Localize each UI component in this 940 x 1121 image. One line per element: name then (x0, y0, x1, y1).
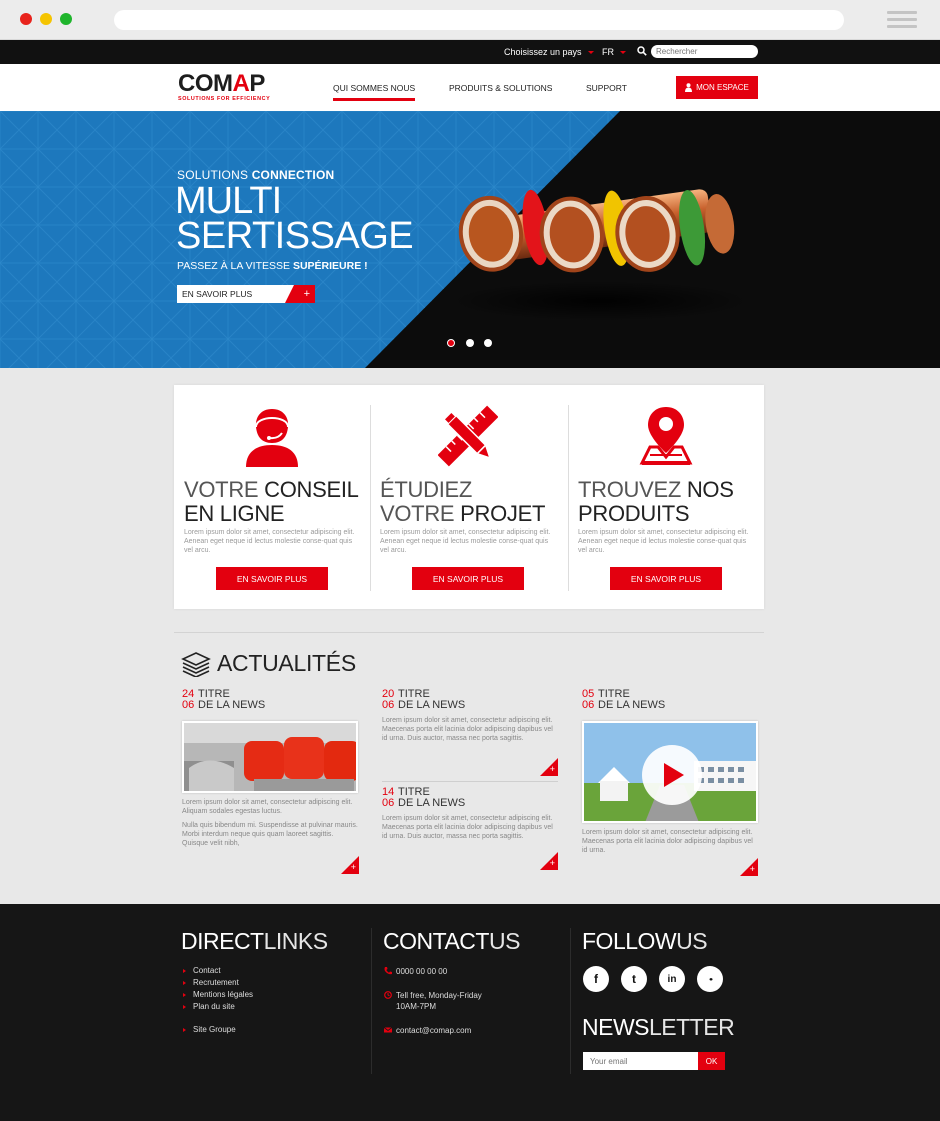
news-video[interactable] (582, 721, 758, 823)
plus-icon: + (285, 285, 315, 303)
en-savoir-plus-button[interactable]: EN SAVOIR PLUS (216, 567, 328, 590)
language-selector[interactable]: FR (602, 47, 626, 57)
news-more-button[interactable]: + (740, 858, 758, 876)
mon-espace-button[interactable]: MON ESPACE (676, 76, 758, 99)
clock-icon (384, 991, 392, 999)
news-text: Lorem ipsum dolor sit amet, consectetur … (382, 815, 553, 840)
contact-phone[interactable]: 0000 00 00 00 (384, 966, 447, 977)
news-text: Nulla quis bibendum mi. Suspendisse at p… (182, 822, 358, 847)
hero-slider: SOLUTIONS CONNECTION MULTI SERTISSAGE PA… (0, 111, 940, 368)
close-window-button[interactable] (20, 13, 32, 25)
en-savoir-plus-button[interactable]: EN SAVOIR PLUS (412, 567, 524, 590)
nav-item-support[interactable]: SUPPORT (586, 83, 627, 93)
main-navigation: COMAP SOLUTIONS FOR EFFICIENCY QUI SOMME… (0, 64, 940, 111)
feature-title: VOTRE CONSEIL EN LIGNE (184, 477, 359, 526)
hero-tagline: PASSEZ À LA VITESSE SUPÉRIEURE ! (177, 260, 368, 272)
news-text: Lorem ipsum dolor sit amet, consectetur … (382, 717, 553, 742)
news-more-button[interactable]: + (341, 856, 359, 874)
search-icon[interactable] (637, 46, 647, 56)
country-selector[interactable]: Choisissez un pays (504, 47, 594, 57)
news-text: Lorem ipsum dolor sit amet, consectetur … (582, 829, 753, 854)
feature-title: ÉTUDIEZ VOTRE PROJET (380, 477, 546, 526)
feature-card-conseil: VOTRE CONSEIL EN LIGNE Lorem ipsum dolor… (174, 385, 370, 609)
map-pin-icon (639, 407, 693, 465)
footer-link-site-groupe[interactable]: Site Groupe (183, 1025, 236, 1034)
linkedin-icon[interactable]: in (659, 966, 685, 992)
comap-logo[interactable]: COMAP SOLUTIONS FOR EFFICIENCY (178, 72, 290, 103)
feature-text: Lorem ipsum dolor sit amet, consectetur … (578, 529, 749, 554)
headset-person-icon (246, 409, 298, 467)
section-divider (174, 632, 764, 633)
slider-dot-2[interactable] (466, 339, 474, 347)
en-savoir-plus-button[interactable]: EN SAVOIR PLUS (610, 567, 722, 590)
phone-icon (384, 967, 392, 975)
news-more-button[interactable]: + (540, 852, 558, 870)
news-more-button[interactable]: + (540, 758, 558, 776)
feature-text: Lorem ipsum dolor sit amet, consectetur … (380, 529, 551, 554)
contactus-heading: CONTACTUS (383, 928, 520, 954)
newspaper-stack-icon (181, 652, 211, 677)
maximize-window-button[interactable] (60, 13, 72, 25)
facebook-icon[interactable]: f (583, 966, 609, 992)
newsletter-heading: NEWSLETTER (582, 1014, 735, 1040)
news-date-title: 14 TITRE 06 DE LA NEWS (382, 786, 466, 809)
feature-title: TROUVEZ NOS PRODUITS (578, 477, 734, 526)
nav-item-qui-sommes-nous[interactable]: QUI SOMMES NOUS (333, 83, 416, 101)
feature-card-produits: TROUVEZ NOS PRODUITS Lorem ipsum dolor s… (568, 385, 764, 609)
news-separator (382, 781, 558, 782)
news-date-title: 20 TITRE 06 DE LA NEWS (382, 688, 466, 711)
directlinks-heading: DIRECTLINKS (181, 928, 328, 954)
footer-link-recrutement[interactable]: Recrutement (183, 978, 239, 987)
nav-item-produits-solutions[interactable]: PRODUITS & SOLUTIONS (449, 83, 552, 93)
minimize-window-button[interactable] (40, 13, 52, 25)
hamburger-menu-icon[interactable] (887, 11, 917, 29)
slider-dot-1[interactable] (447, 339, 455, 347)
search-input[interactable] (651, 45, 758, 58)
chevron-down-icon (620, 51, 626, 55)
news-date-title: 05 TITRE 06 DE LA NEWS (582, 688, 666, 711)
followus-heading: FOLLOWUS (582, 928, 708, 954)
actualites-heading: ACTUALITÉS (217, 650, 356, 676)
pencil-ruler-icon (438, 405, 498, 467)
news-item[interactable]: 05 TITRE 06 DE LA NEWS Lorem ipsum dolor si… (582, 689, 758, 855)
news-date-title: 24 TITRE 06 DE LA NEWS (182, 688, 266, 711)
news-item[interactable]: 24 TITRE 06 DE LA NEWS Lorem ipsum dolor si… (182, 689, 358, 848)
footer-link-plan[interactable]: Plan du site (183, 1002, 235, 1011)
address-bar[interactable] (114, 10, 844, 30)
news-image-pipes[interactable] (182, 721, 358, 793)
feature-text: Lorem ipsum dolor sit amet, consectetur … (184, 529, 355, 554)
chevron-down-icon (587, 51, 594, 55)
contact-hours: Tell free, Monday-Friday 10AM-7PM (384, 990, 482, 1012)
newsletter-email-input[interactable] (583, 1052, 701, 1070)
flickr-icon[interactable]: •• (697, 966, 723, 992)
user-icon (685, 83, 693, 92)
news-item[interactable]: 20 TITRE 06 DE LA NEWS Lorem ipsum dolor si… (382, 689, 558, 743)
hero-title-line2: SERTISSAGE (176, 215, 414, 257)
footer-link-mentions[interactable]: Mentions légales (183, 990, 253, 999)
twitter-icon[interactable]: t (621, 966, 647, 992)
hero-en-savoir-plus-button[interactable]: EN SAVOIR PLUS + (177, 285, 315, 303)
feature-cards: VOTRE CONSEIL EN LIGNE Lorem ipsum dolor… (174, 385, 764, 609)
footer-link-contact[interactable]: Contact (183, 966, 221, 975)
contact-email[interactable]: contact@comap.com (384, 1025, 471, 1036)
mail-icon (384, 1027, 392, 1033)
pipe-fittings-image (458, 189, 735, 273)
slider-dot-3[interactable] (484, 339, 492, 347)
top-utility-bar: Choisissez un pays FR (0, 40, 940, 64)
news-item[interactable]: 14 TITRE 06 DE LA NEWS Lorem ipsum dolor si… (382, 787, 558, 841)
footer: DIRECTLINKS Contact Recrutement Mentions… (0, 904, 940, 1121)
feature-card-projet: ÉTUDIEZ VOTRE PROJET Lorem ipsum dolor s… (370, 385, 566, 609)
news-text: Lorem ipsum dolor sit amet, consectetur … (182, 799, 353, 815)
browser-chrome (0, 0, 940, 40)
newsletter-ok-button[interactable]: OK (698, 1052, 725, 1070)
